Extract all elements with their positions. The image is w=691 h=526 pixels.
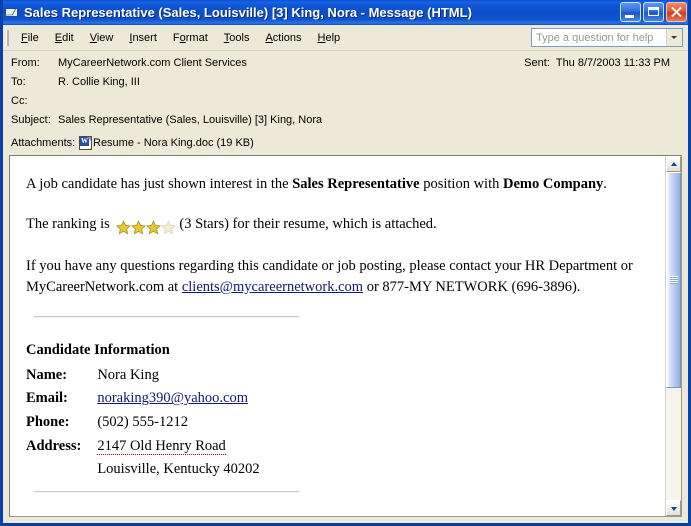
from-label: From: [11,57,40,69]
from-value[interactable]: MyCareerNetwork.com Client Services [58,57,247,69]
menu-item-insert[interactable]: Insert [121,29,165,47]
sent-value: Thu 8/7/2003 11:33 PM [555,57,670,69]
name-value: Nora King [97,366,159,383]
paragraph-contact: If you have any questions regarding this… [26,256,649,297]
scrollbar-track-lower[interactable] [666,388,681,500]
help-question-box[interactable]: Type a question for help [531,28,683,47]
menu-item-actions[interactable]: Actions [257,29,309,47]
company-name: Demo Company [503,176,604,192]
phone-value: (502) 555-1212 [97,414,188,431]
menu-item-format[interactable]: Format [165,29,216,47]
sent-field: Sent: Thu 8/7/2003 11:33 PM [524,57,670,69]
message-header: Sent: Thu 8/7/2003 11:33 PM From: MyCare… [3,51,688,150]
scrollbar-thumb[interactable] [666,172,681,388]
star-filled-icon [131,219,147,235]
to-row: To: R. Collie King, III [3,76,688,95]
vertical-scrollbar[interactable] [665,156,681,516]
menu-item-edit[interactable]: Edit [47,29,82,47]
message-window: Sales Representative (Sales, Louisville)… [0,0,691,526]
star-rating [116,217,177,238]
scrollbar-grip-icon [670,276,678,284]
window-controls [620,2,687,22]
subject-label: Subject: [11,114,51,126]
ranking-text-b: (3 Stars) for their resume, which is att… [179,215,437,232]
message-body-content: A job candidate has just shown interest … [10,156,665,503]
address-line-2: Louisville, Kentucky 40202 [97,461,260,478]
star-empty-icon [161,219,177,235]
envelope-icon [4,6,20,20]
menu-item-tools[interactable]: Tools [216,29,258,47]
subject-value: Sales Representative (Sales, Louisville)… [58,114,323,126]
candidate-information-table: Name: Nora King Email: noraking390@yahoo… [26,365,260,483]
email-label: Email: [26,390,68,407]
paragraph-intro: A job candidate has just shown interest … [26,174,649,195]
table-row: Email: noraking390@yahoo.com [26,388,260,412]
contact-text-b: or 877-MY NETWORK (696-3896). [363,278,581,295]
address-value-cell: 2147 Old Henry Road [97,436,259,460]
star-filled-icon [116,219,132,235]
attachments-label: Attachments: [11,137,76,149]
table-row: Address: 2147 Old Henry Road [26,436,260,460]
table-row: Name: Nora King [26,365,260,389]
menu-item-help[interactable]: Help [310,29,349,47]
minimize-button[interactable] [620,2,641,22]
message-body-pane: A job candidate has just shown interest … [9,155,682,517]
address-label: Address: [26,437,82,454]
help-placeholder: Type a question for help [536,31,654,44]
table-row: Louisville, Kentucky 40202 [26,459,260,483]
email-value-cell: noraking390@yahoo.com [97,388,259,412]
star-filled-icon [146,219,162,235]
chevron-up-icon [671,162,677,166]
subject-row: Subject: Sales Representative (Sales, Lo… [3,114,688,133]
address-line-1[interactable]: 2147 Old Henry Road [97,437,226,455]
address-label-continued [26,459,97,483]
attachments-row: Attachments: W Resume - Nora King.doc (1… [3,133,688,153]
cc-label: Cc: [11,95,28,107]
maximize-button[interactable] [643,2,664,22]
table-row: Phone: (502) 555-1212 [26,412,260,436]
menu-item-file[interactable]: File [13,29,47,47]
position-title: Sales Representative [292,176,420,192]
phone-label: Phone: [26,414,70,431]
menu-bar: File Edit View Insert Format Tools Actio… [3,25,688,51]
word-document-icon: W [79,136,92,150]
intro-text-a: A job candidate has just shown interest … [26,176,293,192]
to-value[interactable]: R. Collie King, III [58,76,140,88]
clients-email-link[interactable]: clients@mycareernetwork.com [182,279,363,295]
to-label: To: [11,76,26,88]
ranking-text-a: The ranking is [26,215,114,232]
divider-bottom [34,490,299,493]
scroll-down-button[interactable] [666,500,681,516]
close-button[interactable] [666,2,687,22]
attachment-name[interactable]: Resume - Nora King.doc (19 KB) [93,137,254,149]
menu-drag-grip[interactable] [6,29,9,46]
scroll-up-button[interactable] [666,156,681,172]
name-label: Name: [26,366,68,383]
chevron-down-icon[interactable] [666,29,682,46]
title-bar[interactable]: Sales Representative (Sales, Louisville)… [3,0,688,25]
intro-text-b: position with [419,176,503,192]
chevron-down-icon [671,507,677,511]
candidate-email-link[interactable]: noraking390@yahoo.com [97,390,248,406]
sent-label: Sent: [524,57,550,69]
menu-item-view[interactable]: View [82,29,122,47]
cc-row: Cc: [3,95,688,114]
candidate-information-heading: Candidate Information [26,342,170,359]
intro-text-c: . [603,176,607,192]
window-title: Sales Representative (Sales, Louisville)… [24,5,472,20]
paragraph-ranking: The ranking is (3 Stars) for their resum… [26,214,649,238]
message-body-scroll-area: A job candidate has just shown interest … [10,156,665,516]
